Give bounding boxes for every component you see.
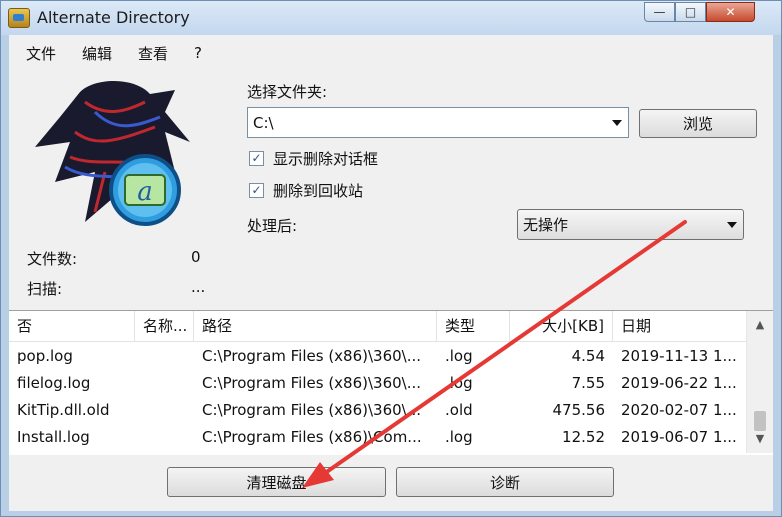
column-header-no[interactable]: 否	[9, 311, 135, 341]
files-count-label: 文件数:	[27, 250, 78, 268]
table-row[interactable]: filelog.log C:\Program Files (x86)\360\.…	[9, 370, 747, 397]
logo-badge: a	[109, 154, 181, 226]
window-title: Alternate Directory	[37, 8, 190, 27]
cell-file: filelog.log	[17, 374, 91, 392]
cell-type: .log	[445, 428, 473, 446]
cell-file: pop.log	[17, 347, 73, 365]
action-bar: 清理磁盘 诊断	[9, 455, 773, 511]
dropdown-arrow-icon	[727, 221, 737, 228]
dropdown-arrow-icon	[612, 119, 622, 126]
checkbox-icon[interactable]: ✓	[249, 183, 264, 198]
app-window: Alternate Directory — □ ✕ 文件 编辑 查看 ? a 文…	[0, 0, 782, 517]
column-header-name[interactable]: 名称...	[135, 311, 194, 341]
after-action-value: 无操作	[523, 216, 569, 234]
column-header-date[interactable]: 日期	[613, 311, 747, 341]
cell-path: C:\Program Files (x86)\360\...	[202, 374, 422, 392]
folder-combo[interactable]: C:\	[247, 107, 629, 138]
cell-size: 475.56	[552, 401, 606, 419]
clean-disk-button[interactable]: 清理磁盘	[167, 467, 386, 497]
show-delete-dialog-label[interactable]: 显示删除对话框	[273, 148, 378, 169]
client-area: 文件 编辑 查看 ? a 文件数: 0 扫描: ... 选择文件夹: C:\ 浏…	[9, 35, 773, 511]
column-header-path[interactable]: 路径	[194, 311, 437, 341]
table-row[interactable]: pop.log C:\Program Files (x86)\360\... .…	[9, 343, 747, 370]
cell-type: .old	[445, 401, 473, 419]
scroll-down-icon[interactable]: ▼	[747, 429, 773, 449]
maximize-button[interactable]: □	[675, 2, 706, 22]
cell-type: .log	[445, 347, 473, 365]
menu-help[interactable]: ?	[181, 44, 215, 62]
scan-label: 扫描:	[27, 280, 63, 298]
cell-name	[135, 343, 194, 370]
scroll-up-icon[interactable]: ▲	[747, 315, 773, 335]
menu-bar: 文件 编辑 查看 ?	[9, 35, 773, 71]
checkbox-icon[interactable]: ✓	[249, 151, 264, 166]
cell-name	[135, 424, 194, 451]
folder-value: C:\	[253, 113, 274, 132]
column-header-type[interactable]: 类型	[437, 311, 510, 341]
table-row[interactable]: Install.log C:\Program Files (x86)\Com..…	[9, 424, 747, 451]
browse-button[interactable]: 浏览	[639, 109, 757, 138]
cell-path: C:\Program Files (x86)\360\...	[202, 401, 422, 419]
files-count-value: 0	[191, 248, 201, 266]
cell-date: 2019-11-13 1...	[621, 347, 737, 365]
scroll-thumb[interactable]	[754, 411, 766, 431]
cell-type: .log	[445, 374, 473, 392]
list-header: 否 名称... 路径 类型 大小[KB] 日期	[9, 311, 747, 342]
cell-path: C:\Program Files (x86)\360\...	[202, 347, 422, 365]
cell-file: Install.log	[17, 428, 90, 446]
cell-file: KitTip.dll.old	[17, 401, 110, 419]
menu-view[interactable]: 查看	[125, 43, 181, 64]
app-icon	[8, 8, 30, 28]
logo-image: a	[35, 80, 190, 226]
delete-to-recycle-label[interactable]: 删除到回收站	[273, 180, 363, 201]
cell-size: 4.54	[571, 347, 605, 365]
cell-size: 12.52	[562, 428, 605, 446]
cell-name	[135, 370, 194, 397]
close-button[interactable]: ✕	[706, 2, 755, 22]
after-action-select[interactable]: 无操作	[517, 209, 744, 240]
svg-text:a: a	[137, 177, 153, 207]
table-row[interactable]: KitTip.dll.old C:\Program Files (x86)\36…	[9, 397, 747, 424]
folder-label: 选择文件夹:	[247, 83, 328, 101]
cell-size: 7.55	[571, 374, 605, 392]
cell-path: C:\Program Files (x86)\Com...	[202, 428, 422, 446]
column-header-size[interactable]: 大小[KB]	[510, 311, 613, 341]
title-bar[interactable]: Alternate Directory — □ ✕	[1, 1, 781, 35]
menu-file[interactable]: 文件	[9, 43, 69, 64]
cell-date: 2019-06-07 1...	[621, 428, 737, 446]
file-list[interactable]: 否 名称... 路径 类型 大小[KB] 日期 pop.log C:\Progr…	[9, 310, 773, 456]
cell-name	[135, 397, 194, 424]
diagnose-button[interactable]: 诊断	[396, 467, 614, 497]
scan-value: ...	[191, 278, 206, 296]
after-action-label: 处理后:	[247, 217, 298, 235]
menu-edit[interactable]: 编辑	[69, 43, 125, 64]
cell-date: 2020-02-07 1...	[621, 401, 737, 419]
minimize-button[interactable]: —	[644, 2, 675, 22]
cell-date: 2019-06-22 1...	[621, 374, 737, 392]
vertical-scrollbar[interactable]: ▲ ▼	[746, 311, 773, 453]
